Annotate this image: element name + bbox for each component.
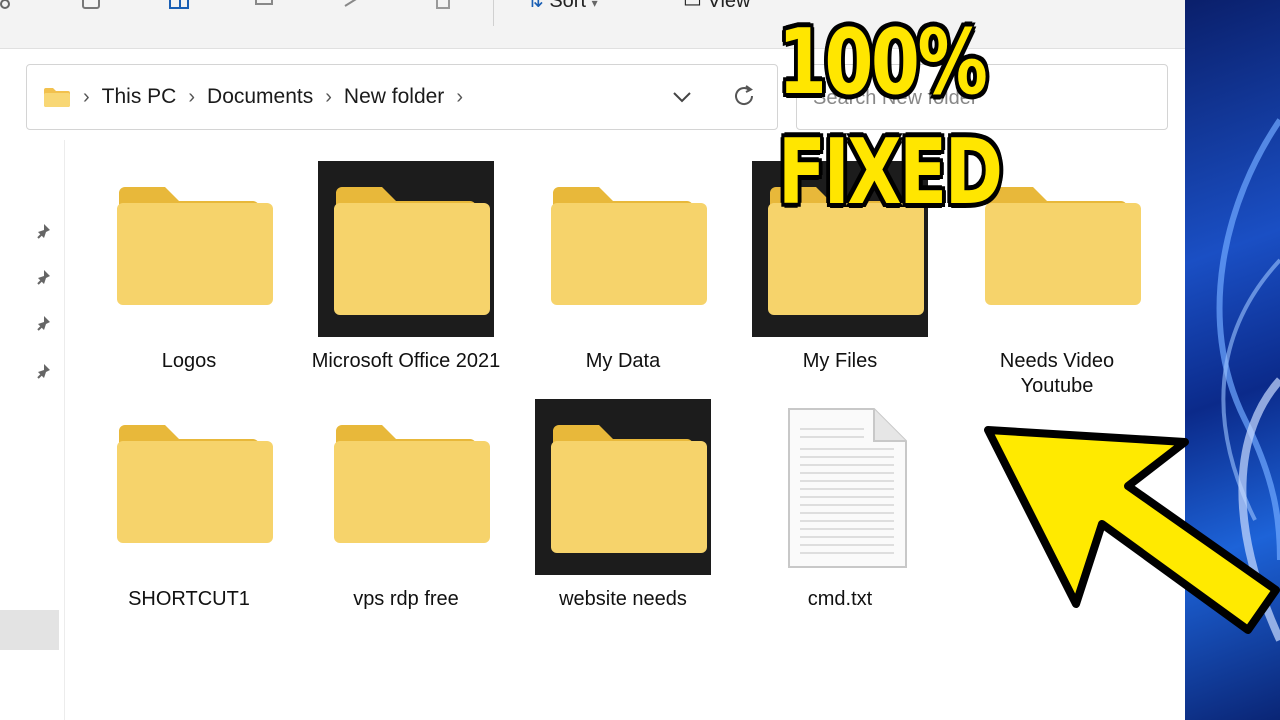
file-name: Microsoft Office 2021 (311, 350, 501, 372)
folder-item[interactable]: Microsoft Office 2021 (311, 161, 501, 374)
text-file-icon (752, 399, 928, 575)
chevron-right-icon: › (325, 85, 332, 108)
chevron-right-icon: › (83, 85, 90, 108)
overlay-headline: 100% FIXED (778, 10, 1003, 225)
folder-icon (101, 161, 277, 337)
file-name: My Files (802, 350, 878, 372)
pin-icon[interactable] (34, 314, 54, 334)
share-icon[interactable] (343, 0, 365, 12)
folder-icon (44, 88, 70, 107)
chevron-right-icon[interactable]: › (456, 86, 463, 109)
folder-icon (318, 161, 494, 337)
toolbar-divider (493, 0, 494, 26)
cut-icon[interactable] (0, 0, 22, 12)
folder-icon (101, 399, 277, 575)
arrow-pointer-icon (984, 426, 1280, 634)
folder-item[interactable]: SHORTCUT1 (94, 399, 284, 612)
pin-icon[interactable] (34, 222, 54, 242)
address-bar[interactable]: › This PC › Documents › New folder › (26, 64, 778, 130)
file-name: Logos (161, 350, 217, 372)
chevron-down-icon[interactable] (671, 87, 693, 107)
folder-item[interactable]: website needs (528, 399, 718, 612)
file-name: My Data (585, 350, 661, 372)
file-name: SHORTCUT1 (128, 588, 250, 610)
folder-icon (535, 399, 711, 575)
copy-icon[interactable] (80, 0, 102, 12)
refresh-icon[interactable] (731, 83, 757, 109)
pin-icon[interactable] (34, 362, 54, 382)
sort-button[interactable]: ⇅ Sort ▾ (527, 0, 598, 13)
chevron-right-icon: › (188, 85, 196, 108)
text-file-item[interactable]: cmd.txt (745, 399, 935, 612)
delete-icon[interactable] (432, 0, 454, 12)
folder-icon (318, 399, 494, 575)
folder-icon (535, 161, 711, 337)
folder-item[interactable]: My Data (528, 161, 718, 374)
sort-icon: ⇅ (527, 0, 544, 12)
file-name: vps rdp free (353, 588, 459, 610)
breadcrumb: › This PC › Documents › New folder › (43, 65, 475, 129)
crumb-this-pc[interactable]: This PC (102, 85, 177, 109)
file-name: Needs Video Youtube (999, 350, 1115, 397)
crumb-new-folder[interactable]: New folder (344, 85, 444, 109)
folder-item[interactable]: Logos (94, 161, 284, 374)
file-name: cmd.txt (807, 588, 873, 610)
view-label: View (707, 0, 751, 12)
crumb-documents[interactable]: Documents (207, 85, 313, 109)
view-icon: ▭ (683, 0, 702, 12)
chevron-down-icon: ▾ (591, 0, 598, 10)
nav-selected-item[interactable] (0, 610, 59, 650)
folder-item[interactable]: vps rdp free (311, 399, 501, 612)
rename-icon[interactable] (254, 0, 276, 12)
sort-label: Sort (549, 0, 587, 12)
pin-icon[interactable] (34, 268, 54, 288)
file-name: website needs (559, 588, 687, 610)
view-button[interactable]: ▭ View (683, 0, 750, 13)
paste-icon[interactable] (168, 0, 190, 12)
